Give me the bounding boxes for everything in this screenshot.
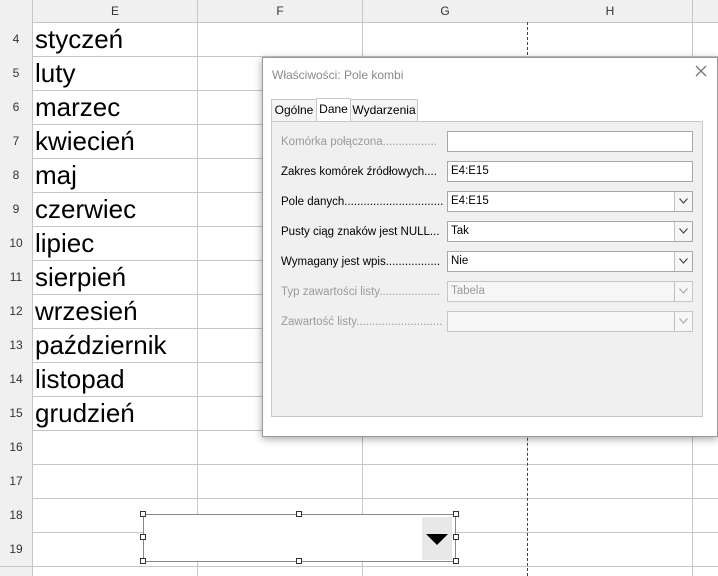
row-header-17[interactable]: 17 — [0, 464, 32, 498]
selection-handle-middle-right[interactable] — [453, 534, 459, 540]
row-gridline — [0, 464, 718, 465]
source-range-label: Zakres komórek źródłowych.... — [281, 166, 437, 178]
column-header-g[interactable]: G — [363, 0, 527, 22]
linked-cell-label: Komórka połączona................. — [281, 136, 437, 148]
triangle-down-icon — [426, 534, 448, 545]
input-required-value: Nie — [451, 255, 469, 267]
cell-e15[interactable]: grudzień — [35, 398, 135, 429]
column-header-f[interactable]: F — [198, 0, 362, 22]
chevron-down-icon[interactable] — [674, 312, 692, 331]
tab-events[interactable]: Wydarzenia — [350, 99, 418, 121]
cell-e9[interactable]: czerwiec — [35, 194, 136, 225]
row-header-8[interactable]: 8 — [0, 158, 32, 192]
list-content-dropdown[interactable] — [447, 311, 693, 332]
column-header-h[interactable]: H — [528, 0, 692, 22]
column-gridline — [197, 0, 198, 576]
column-header-e[interactable]: E — [33, 0, 197, 22]
list-content-type-value: Tabela — [451, 285, 485, 297]
chevron-down-icon[interactable] — [674, 222, 692, 241]
cell-e13[interactable]: październik — [35, 330, 167, 361]
list-content-type-dropdown[interactable]: Tabela — [447, 281, 693, 302]
list-content-label: Zawartość listy.........................… — [281, 316, 443, 328]
list-content-type-label: Typ zawartości listy................... — [281, 286, 440, 298]
properties-dialog[interactable]: Właściwości: Pole kombi Ogólne Dane Wyda… — [262, 57, 718, 437]
input-required-dropdown[interactable]: Nie — [447, 251, 693, 272]
row-header-7[interactable]: 7 — [0, 124, 32, 158]
row-header-15[interactable]: 15 — [0, 396, 32, 430]
cell-e8[interactable]: maj — [35, 160, 77, 191]
row-header-13[interactable]: 13 — [0, 328, 32, 362]
cell-e6[interactable]: marzec — [35, 92, 120, 123]
chevron-down-icon[interactable] — [674, 252, 692, 271]
row-header-18[interactable]: 18 — [0, 498, 32, 532]
data-tab-panel: Komórka połączona................. Zakre… — [271, 121, 703, 417]
cell-e7[interactable]: kwiecień — [35, 126, 135, 157]
empty-string-null-dropdown[interactable]: Tak — [447, 221, 693, 242]
selection-handle-top-middle[interactable] — [296, 511, 302, 517]
row-header-19[interactable]: 19 — [0, 532, 32, 566]
row-gridline — [0, 498, 718, 499]
row-header-5[interactable]: 5 — [0, 56, 32, 90]
data-field-label: Pole danych.............................… — [281, 196, 444, 208]
row-header-9[interactable]: 9 — [0, 192, 32, 226]
empty-string-null-value: Tak — [451, 225, 469, 237]
selection-handle-top-right[interactable] — [453, 511, 459, 517]
selection-handle-bottom-left[interactable] — [140, 558, 146, 564]
combo-dropdown-button[interactable] — [422, 517, 452, 560]
selection-handle-bottom-right[interactable] — [453, 558, 459, 564]
row-header-11[interactable]: 11 — [0, 260, 32, 294]
data-field-dropdown[interactable]: E4:E15 — [447, 191, 693, 212]
row-header-4[interactable]: 4 — [0, 22, 32, 56]
cell-e5[interactable]: luty — [35, 58, 75, 89]
source-range-field[interactable]: E4:E15 — [447, 161, 693, 182]
chevron-down-icon[interactable] — [674, 282, 692, 301]
chevron-down-icon[interactable] — [674, 192, 692, 211]
cell-e4[interactable]: styczeń — [35, 24, 123, 55]
linked-cell-field[interactable] — [447, 131, 693, 152]
dialog-title: Właściwości: Pole kombi — [272, 68, 404, 82]
empty-string-null-label: Pusty ciąg znaków jest NULL... — [281, 226, 440, 238]
cell-e11[interactable]: sierpień — [35, 262, 126, 293]
cell-e10[interactable]: lipiec — [35, 228, 94, 259]
selection-handle-middle-left[interactable] — [140, 534, 146, 540]
selection-handle-top-left[interactable] — [140, 511, 146, 517]
tab-general[interactable]: Ogólne — [271, 99, 317, 121]
input-required-label: Wymagany jest wpis................. — [281, 256, 441, 268]
cell-e14[interactable]: listopad — [35, 364, 125, 395]
close-icon[interactable] — [695, 64, 707, 82]
row-header-6[interactable]: 6 — [0, 90, 32, 124]
selection-handle-bottom-middle[interactable] — [296, 558, 302, 564]
row-header-16[interactable]: 16 — [0, 430, 32, 464]
row-header-12[interactable]: 12 — [0, 294, 32, 328]
column-gridline — [32, 0, 33, 576]
tab-data[interactable]: Dane — [316, 98, 351, 121]
combo-box-control[interactable] — [143, 514, 456, 562]
cell-e12[interactable]: wrzesień — [35, 296, 138, 327]
row-gridline — [0, 566, 718, 567]
data-field-value: E4:E15 — [451, 195, 489, 207]
row-header-14[interactable]: 14 — [0, 362, 32, 396]
row-header-10[interactable]: 10 — [0, 226, 32, 260]
